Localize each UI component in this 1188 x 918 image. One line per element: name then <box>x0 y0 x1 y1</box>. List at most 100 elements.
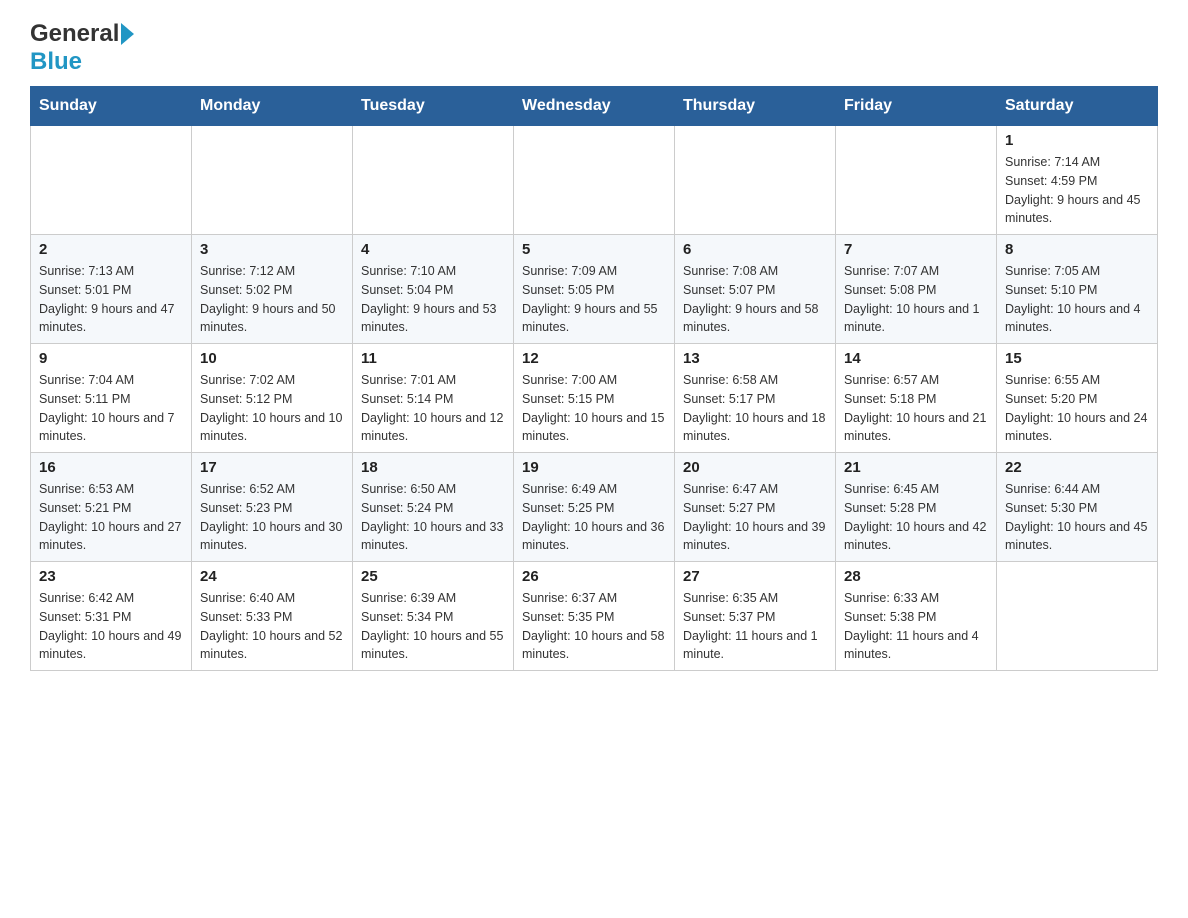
day-info: Sunrise: 6:49 AM Sunset: 5:25 PM Dayligh… <box>522 480 666 555</box>
day-number: 19 <box>522 459 666 476</box>
calendar-cell: 13 Sunrise: 6:58 AM Sunset: 5:17 PM Dayli… <box>675 344 836 453</box>
calendar-cell <box>353 126 514 235</box>
page-header: General Blue <box>30 20 1158 76</box>
calendar-table: SundayMondayTuesdayWednesdayThursdayFrid… <box>30 86 1158 671</box>
day-info: Sunrise: 6:47 AM Sunset: 5:27 PM Dayligh… <box>683 480 827 555</box>
calendar-cell <box>675 126 836 235</box>
day-number: 26 <box>522 568 666 585</box>
day-number: 11 <box>361 350 505 367</box>
calendar-cell: 5 Sunrise: 7:09 AM Sunset: 5:05 PM Daylig… <box>514 235 675 344</box>
day-info: Sunrise: 6:37 AM Sunset: 5:35 PM Dayligh… <box>522 589 666 664</box>
calendar-week-3: 9Sunrise: 7:04 AM Sunset: 5:11 PM Daylig… <box>31 344 1158 453</box>
day-info: Sunrise: 6:42 AM Sunset: 5:31 PM Dayligh… <box>39 589 183 664</box>
calendar-cell: 24 Sunrise: 6:40 AM Sunset: 5:33 PM Dayli… <box>192 562 353 671</box>
calendar-cell <box>514 126 675 235</box>
logo: General Blue <box>30 20 134 76</box>
day-number: 17 <box>200 459 344 476</box>
day-number: 12 <box>522 350 666 367</box>
calendar-cell: 7 Sunrise: 7:07 AM Sunset: 5:08 PM Daylig… <box>836 235 997 344</box>
day-number: 15 <box>1005 350 1149 367</box>
day-number: 7 <box>844 241 988 258</box>
calendar-cell: 28 Sunrise: 6:33 AM Sunset: 5:38 PM Dayli… <box>836 562 997 671</box>
day-info: Sunrise: 6:55 AM Sunset: 5:20 PM Dayligh… <box>1005 371 1149 446</box>
calendar-cell: 26 Sunrise: 6:37 AM Sunset: 5:35 PM Dayli… <box>514 562 675 671</box>
calendar-header-wednesday: Wednesday <box>514 87 675 126</box>
day-number: 14 <box>844 350 988 367</box>
day-info: Sunrise: 6:45 AM Sunset: 5:28 PM Dayligh… <box>844 480 988 555</box>
calendar-cell: 18Sunrise: 6:50 AM Sunset: 5:24 PM Dayli… <box>353 453 514 562</box>
day-info: Sunrise: 6:40 AM Sunset: 5:33 PM Dayligh… <box>200 589 344 664</box>
day-number: 28 <box>844 568 988 585</box>
calendar-header-tuesday: Tuesday <box>353 87 514 126</box>
calendar-header-monday: Monday <box>192 87 353 126</box>
calendar-cell: 21 Sunrise: 6:45 AM Sunset: 5:28 PM Dayli… <box>836 453 997 562</box>
day-info: Sunrise: 7:05 AM Sunset: 5:10 PM Dayligh… <box>1005 262 1149 337</box>
calendar-cell: 4 Sunrise: 7:10 AM Sunset: 5:04 PM Daylig… <box>353 235 514 344</box>
day-info: Sunrise: 7:02 AM Sunset: 5:12 PM Dayligh… <box>200 371 344 446</box>
calendar-cell: 12 Sunrise: 7:00 AM Sunset: 5:15 PM Dayli… <box>514 344 675 453</box>
calendar-cell: 20 Sunrise: 6:47 AM Sunset: 5:27 PM Dayli… <box>675 453 836 562</box>
calendar-cell: 3 Sunrise: 7:12 AM Sunset: 5:02 PM Daylig… <box>192 235 353 344</box>
logo-blue-text: Blue <box>30 48 82 75</box>
calendar-cell <box>836 126 997 235</box>
day-info: Sunrise: 6:58 AM Sunset: 5:17 PM Dayligh… <box>683 371 827 446</box>
calendar-week-5: 23 Sunrise: 6:42 AM Sunset: 5:31 PM Dayli… <box>31 562 1158 671</box>
calendar-header-sunday: Sunday <box>31 87 192 126</box>
day-info: Sunrise: 7:07 AM Sunset: 5:08 PM Dayligh… <box>844 262 988 337</box>
day-info: Sunrise: 6:53 AM Sunset: 5:21 PM Dayligh… <box>39 480 183 555</box>
calendar-header-thursday: Thursday <box>675 87 836 126</box>
day-info: Sunrise: 7:10 AM Sunset: 5:04 PM Dayligh… <box>361 262 505 337</box>
calendar-cell: 1Sunrise: 7:14 AM Sunset: 4:59 PM Daylig… <box>997 126 1158 235</box>
day-number: 24 <box>200 568 344 585</box>
calendar-cell <box>192 126 353 235</box>
day-number: 20 <box>683 459 827 476</box>
day-number: 27 <box>683 568 827 585</box>
calendar-week-2: 2 Sunrise: 7:13 AM Sunset: 5:01 PM Daylig… <box>31 235 1158 344</box>
day-info: Sunrise: 6:52 AM Sunset: 5:23 PM Dayligh… <box>200 480 344 555</box>
calendar-cell: 17 Sunrise: 6:52 AM Sunset: 5:23 PM Dayli… <box>192 453 353 562</box>
calendar-header-saturday: Saturday <box>997 87 1158 126</box>
day-info: Sunrise: 7:12 AM Sunset: 5:02 PM Dayligh… <box>200 262 344 337</box>
calendar-cell: 14 Sunrise: 6:57 AM Sunset: 5:18 PM Dayli… <box>836 344 997 453</box>
day-info: Sunrise: 7:00 AM Sunset: 5:15 PM Dayligh… <box>522 371 666 446</box>
day-number: 23 <box>39 568 183 585</box>
calendar-cell: 8 Sunrise: 7:05 AM Sunset: 5:10 PM Daylig… <box>997 235 1158 344</box>
calendar-cell: 9Sunrise: 7:04 AM Sunset: 5:11 PM Daylig… <box>31 344 192 453</box>
day-number: 21 <box>844 459 988 476</box>
day-number: 3 <box>200 241 344 258</box>
day-info: Sunrise: 7:01 AM Sunset: 5:14 PM Dayligh… <box>361 371 505 446</box>
calendar-header-friday: Friday <box>836 87 997 126</box>
day-info: Sunrise: 7:09 AM Sunset: 5:05 PM Dayligh… <box>522 262 666 337</box>
calendar-body: 1Sunrise: 7:14 AM Sunset: 4:59 PM Daylig… <box>31 126 1158 671</box>
day-info: Sunrise: 7:13 AM Sunset: 5:01 PM Dayligh… <box>39 262 183 337</box>
day-number: 8 <box>1005 241 1149 258</box>
day-info: Sunrise: 6:39 AM Sunset: 5:34 PM Dayligh… <box>361 589 505 664</box>
day-info: Sunrise: 6:35 AM Sunset: 5:37 PM Dayligh… <box>683 589 827 664</box>
calendar-cell: 19 Sunrise: 6:49 AM Sunset: 5:25 PM Dayli… <box>514 453 675 562</box>
day-number: 6 <box>683 241 827 258</box>
day-number: 25 <box>361 568 505 585</box>
calendar-cell: 10 Sunrise: 7:02 AM Sunset: 5:12 PM Dayli… <box>192 344 353 453</box>
calendar-cell: 6 Sunrise: 7:08 AM Sunset: 5:07 PM Daylig… <box>675 235 836 344</box>
day-number: 13 <box>683 350 827 367</box>
calendar-cell <box>997 562 1158 671</box>
day-info: Sunrise: 6:57 AM Sunset: 5:18 PM Dayligh… <box>844 371 988 446</box>
day-number: 2 <box>39 241 183 258</box>
calendar-week-4: 16 Sunrise: 6:53 AM Sunset: 5:21 PM Dayli… <box>31 453 1158 562</box>
day-number: 5 <box>522 241 666 258</box>
day-number: 4 <box>361 241 505 258</box>
calendar-cell: 16 Sunrise: 6:53 AM Sunset: 5:21 PM Dayli… <box>31 453 192 562</box>
day-info: Sunrise: 6:33 AM Sunset: 5:38 PM Dayligh… <box>844 589 988 664</box>
calendar-header-row: SundayMondayTuesdayWednesdayThursdayFrid… <box>31 87 1158 126</box>
calendar-cell: 15 Sunrise: 6:55 AM Sunset: 5:20 PM Dayli… <box>997 344 1158 453</box>
day-info: Sunrise: 6:44 AM Sunset: 5:30 PM Dayligh… <box>1005 480 1149 555</box>
calendar-cell: 11 Sunrise: 7:01 AM Sunset: 5:14 PM Dayli… <box>353 344 514 453</box>
day-info: Sunrise: 7:08 AM Sunset: 5:07 PM Dayligh… <box>683 262 827 337</box>
calendar-cell: 25 Sunrise: 6:39 AM Sunset: 5:34 PM Dayli… <box>353 562 514 671</box>
day-number: 16 <box>39 459 183 476</box>
day-number: 10 <box>200 350 344 367</box>
calendar-cell <box>31 126 192 235</box>
calendar-cell: 27 Sunrise: 6:35 AM Sunset: 5:37 PM Dayli… <box>675 562 836 671</box>
day-info: Sunrise: 7:14 AM Sunset: 4:59 PM Dayligh… <box>1005 153 1149 228</box>
calendar-cell: 22Sunrise: 6:44 AM Sunset: 5:30 PM Dayli… <box>997 453 1158 562</box>
